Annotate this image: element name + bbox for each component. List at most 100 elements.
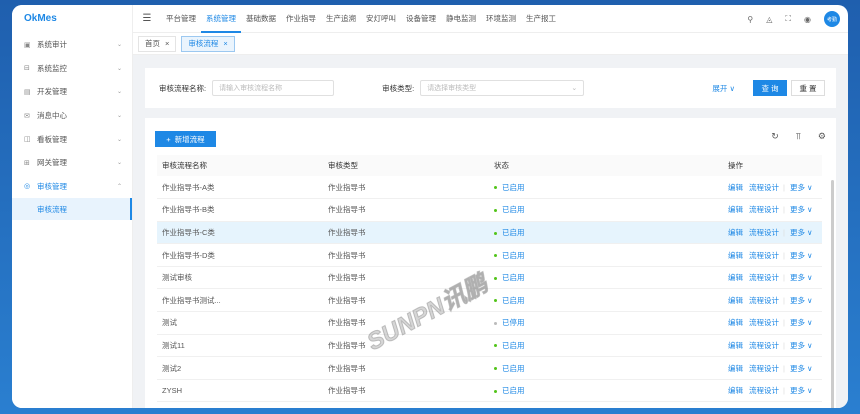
cell-type: 作业指导书 [323, 334, 489, 358]
table-row[interactable]: 作业指导书-C类 作业指导书 已启用 编辑 流程设计 | 更多 ∨ [157, 221, 822, 245]
edit-link[interactable]: 编辑 [728, 341, 743, 350]
more-link[interactable]: 更多 ∨ [790, 341, 813, 350]
more-link[interactable]: 更多 ∨ [790, 386, 813, 395]
tab-review-flow[interactable]: 审核流程 × [181, 35, 235, 52]
table-row[interactable]: 测试11 作业指导书 已启用 编辑 流程设计 | 更多 ∨ [157, 334, 822, 358]
column-height-icon[interactable]: ⫪ [796, 131, 801, 142]
sidebar-item[interactable]: ▤ 开发管理 ⌄ [12, 80, 132, 104]
sidebar-item[interactable]: ✉ 消息中心 ⌄ [12, 104, 132, 128]
nav-item[interactable]: 安灯呼叫 [361, 5, 401, 33]
design-link[interactable]: 流程设计 [749, 296, 779, 305]
menu-fold-icon[interactable]: ☰ [133, 13, 161, 24]
design-link[interactable]: 流程设计 [749, 205, 779, 214]
table-row[interactable]: 作业指导书-D类 作业指导书 已启用 编辑 流程设计 | 更多 ∨ [157, 243, 822, 267]
nav-item[interactable]: 系统管理 [201, 5, 241, 33]
chevron-down-icon: ∨ [807, 318, 813, 328]
design-link[interactable]: 流程设计 [749, 386, 779, 395]
design-link[interactable]: 流程设计 [749, 318, 779, 327]
nav-item[interactable]: 生产追溯 [321, 5, 361, 33]
type-select[interactable]: 请选择审核类型 ⌄ [420, 80, 585, 96]
divider: | [783, 318, 785, 328]
design-link[interactable]: 流程设计 [749, 364, 779, 373]
avatar[interactable]: 考勤 [824, 11, 840, 27]
design-link[interactable]: 流程设计 [749, 341, 779, 350]
edit-link[interactable]: 编辑 [728, 386, 743, 395]
edit-link[interactable]: 编辑 [728, 183, 743, 192]
sidebar-item[interactable]: ⊞ 网关管理 ⌄ [12, 151, 132, 175]
status-dot-icon [494, 208, 497, 212]
table-row[interactable]: 测试2 作业指导书 已启用 编辑 流程设计 | 更多 ∨ [157, 356, 822, 380]
table-row[interactable]: 作业指导书测试... 作业指导书 已启用 编辑 流程设计 | 更多 ∨ [157, 288, 822, 313]
more-label: 更多 [789, 205, 805, 215]
refresh-icon[interactable]: ↻ [771, 131, 779, 142]
sidebar-item[interactable]: ◫ 看板管理 ⌄ [12, 127, 132, 151]
more-label: 更多 [789, 182, 805, 192]
cell-type: 作业指导书 [323, 356, 489, 380]
search-icon[interactable]: ⚲ [747, 15, 753, 24]
nav-item[interactable]: 基础数据 [241, 5, 281, 33]
cell-name: 作业指导书-C类 [157, 221, 323, 245]
edit-link[interactable]: 编辑 [728, 318, 743, 327]
status-text: 已启用 [502, 227, 525, 237]
settings-icon[interactable]: ⚙ [818, 131, 826, 142]
design-link[interactable]: 流程设计 [749, 273, 779, 282]
more-link[interactable]: 更多 ∨ [790, 228, 813, 237]
more-link[interactable]: 更多 ∨ [790, 273, 813, 282]
cell-status: 已启用 [489, 198, 723, 222]
more-link[interactable]: 更多 ∨ [790, 296, 813, 305]
edit-link[interactable]: 编辑 [728, 273, 743, 282]
design-link[interactable]: 流程设计 [749, 183, 779, 192]
design-link[interactable]: 流程设计 [749, 228, 779, 237]
nav-item[interactable]: 静电监测 [441, 5, 481, 33]
tab-home[interactable]: 首页 × [138, 35, 177, 52]
app-window: OkMes ▣ 系统审计 ⌄ ⊟ 系统监控 ⌄ ▤ 开发管理 ⌄ ✉ 消息中心 ⌄ ◫ 看板管理 ⌄ ⊞ 网关管… [12, 5, 848, 408]
cell-type: 作业指导书 [323, 198, 489, 222]
edit-link[interactable]: 编辑 [728, 296, 743, 305]
status-dot-icon [494, 344, 497, 348]
more-link[interactable]: 更多 ∨ [790, 318, 813, 327]
query-button[interactable]: 查 询 [753, 80, 787, 96]
table-row[interactable]: 测试 作业指导书 已停用 编辑 流程设计 | 更多 ∨ [157, 311, 822, 335]
add-flow-button[interactable]: + 新增流程 [155, 131, 216, 147]
sidebar-item[interactable]: ⊟ 系统监控 ⌄ [12, 57, 132, 81]
table-row[interactable]: 作业指导书-A类 作业指导书 已启用 编辑 流程设计 | 更多 ∨ [157, 176, 822, 200]
logo: OkMes [24, 13, 57, 24]
design-link[interactable]: 流程设计 [749, 251, 779, 260]
sidebar-item[interactable]: ▣ 系统审计 ⌄ [12, 33, 132, 57]
table-row[interactable]: ZYSH 作业指导书 已启用 编辑 流程设计 | 更多 ∨ [157, 379, 822, 403]
more-link[interactable]: 更多 ∨ [790, 251, 813, 260]
nav-item[interactable]: 设备管理 [401, 5, 441, 33]
audit-icon: ▣ [24, 41, 31, 49]
fullscreen-icon[interactable]: ⛶ [785, 14, 791, 24]
globe-icon[interactable]: ◉ [804, 15, 811, 24]
table-row[interactable]: 测试审核 作业指导书 已启用 编辑 流程设计 | 更多 ∨ [157, 266, 822, 290]
more-link[interactable]: 更多 ∨ [790, 183, 813, 192]
sidebar-item[interactable]: ◎ 审核管理 ⌃ [12, 175, 132, 199]
edit-link[interactable]: 编辑 [728, 364, 743, 373]
table-row[interactable]: 作业指导书-B类 作业指导书 已启用 编辑 流程设计 | 更多 ∨ [157, 198, 822, 222]
expand-link[interactable]: 展开 ∨ [712, 83, 735, 94]
nav-item[interactable]: 生产报工 [521, 5, 561, 33]
more-link[interactable]: 更多 ∨ [790, 364, 813, 373]
chevron-down-icon: ∨ [807, 363, 813, 373]
nav-item[interactable]: 平台管理 [161, 5, 201, 33]
nav-item[interactable]: 环境监测 [481, 5, 521, 33]
nav-item[interactable]: 作业指导 [281, 5, 321, 33]
cell-type: 作业指导书 [323, 379, 489, 403]
edit-link[interactable]: 编辑 [728, 251, 743, 260]
monitor-icon: ⊟ [24, 65, 30, 73]
name-search-input[interactable]: 请输入审核流程名称 [212, 80, 335, 96]
scrollbar[interactable] [831, 180, 834, 408]
more-link[interactable]: 更多 ∨ [790, 205, 813, 214]
divider: | [783, 386, 785, 396]
reset-button[interactable]: 重 置 [791, 80, 825, 96]
sidebar-subitem-review-flow[interactable]: 审核流程 [12, 198, 132, 221]
edit-link[interactable]: 编辑 [728, 228, 743, 237]
edit-link[interactable]: 编辑 [728, 205, 743, 214]
header-name: 审核流程名称 [157, 155, 323, 176]
close-icon[interactable]: × [223, 39, 227, 48]
type-label: 审核类型: [382, 83, 415, 93]
close-icon[interactable]: × [165, 39, 169, 48]
bell-icon[interactable]: ◬ [766, 15, 772, 24]
cell-actions: 编辑 流程设计 | 更多 ∨ [723, 221, 822, 245]
